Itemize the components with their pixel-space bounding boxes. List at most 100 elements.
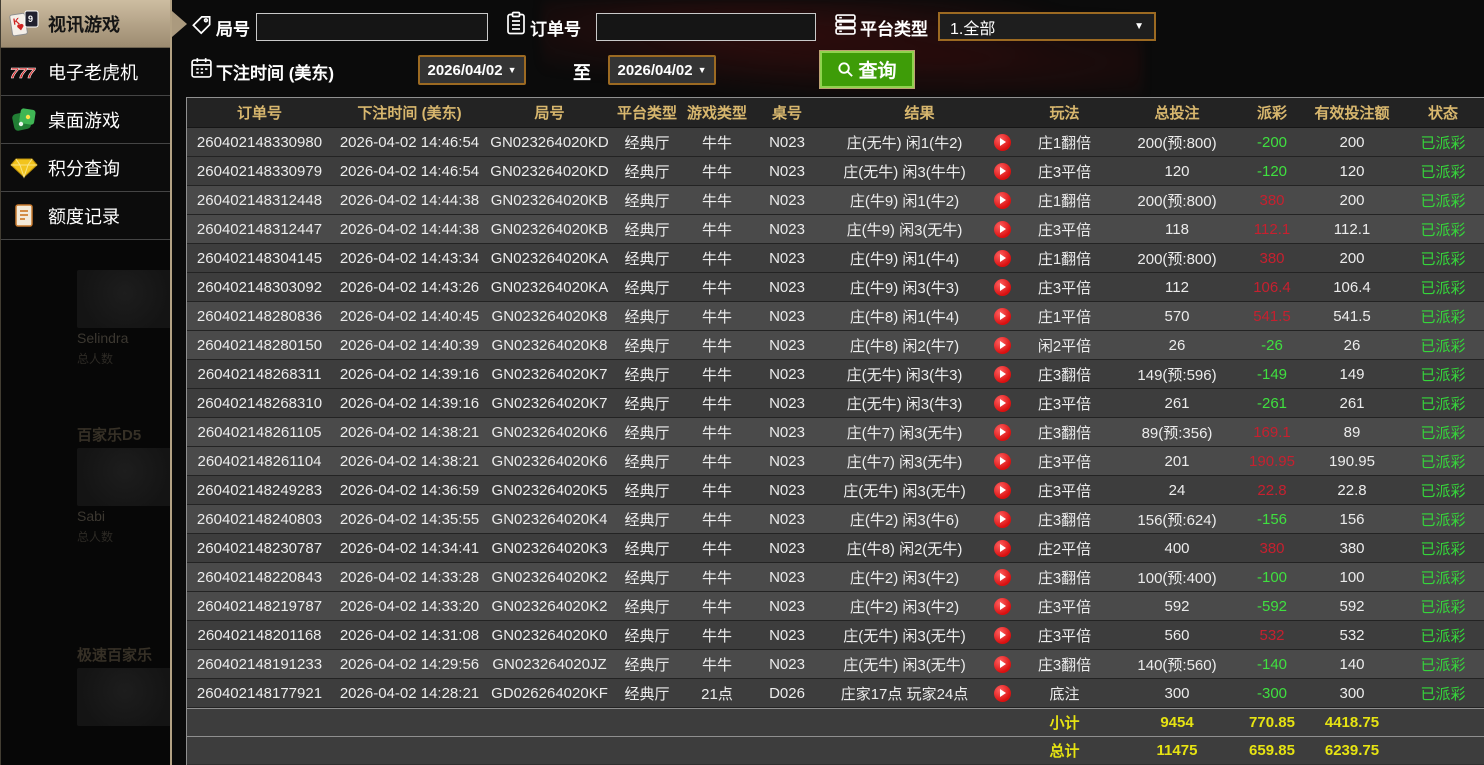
- payout-cell: -300: [1242, 685, 1302, 702]
- platform-cell: 经典厅: [612, 335, 682, 356]
- status-cell: 已派彩: [1402, 509, 1484, 530]
- table-no-cell: N023: [752, 627, 822, 644]
- round-id-cell: GN023264020K5: [487, 482, 612, 499]
- replay-button[interactable]: [987, 685, 1017, 702]
- status-cell: 已派彩: [1402, 335, 1484, 356]
- table-row: 2604021481912332026-04-02 14:29:56GN0232…: [187, 650, 1484, 679]
- play-style-cell: 庄3平倍: [1017, 451, 1112, 472]
- table-row: 2604021482208432026-04-02 14:33:28GN0232…: [187, 563, 1484, 592]
- replay-button[interactable]: [987, 627, 1017, 644]
- replay-button[interactable]: [987, 366, 1017, 383]
- replay-button[interactable]: [987, 221, 1017, 238]
- replay-button[interactable]: [987, 511, 1017, 528]
- play-style-cell: 庄1翻倍: [1017, 248, 1112, 269]
- game-type-cell: 牛牛: [682, 480, 752, 501]
- dealer-thumbnail: [77, 668, 170, 726]
- status-cell: 已派彩: [1402, 451, 1484, 472]
- main-panel: 局号 订单号 平台类型 1.全部 ▼: [172, 0, 1484, 765]
- payout-cell: -120: [1242, 163, 1302, 180]
- grand-total-valid-bet: 6239.75: [1302, 742, 1402, 759]
- sidebar-item-video-games[interactable]: K 9 视讯游戏: [1, 0, 170, 48]
- status-cell: 已派彩: [1402, 596, 1484, 617]
- play-icon: [994, 685, 1011, 702]
- table-row: 2604021482492832026-04-02 14:36:59GN0232…: [187, 476, 1484, 505]
- dealer-thumbnail: [77, 448, 170, 506]
- round-id-cell: GN023264020KA: [487, 250, 612, 267]
- result-cell: 庄(无牛) 闲3(牛牛): [822, 161, 987, 182]
- replay-button[interactable]: [987, 279, 1017, 296]
- replay-button[interactable]: [987, 453, 1017, 470]
- payout-cell: 380: [1242, 540, 1302, 557]
- sidebar-item-table-games[interactable]: 桌面游戏: [1, 96, 170, 144]
- svg-text:9: 9: [28, 14, 33, 24]
- valid-bet-cell: 149: [1302, 366, 1402, 383]
- payout-cell: 532: [1242, 627, 1302, 644]
- bet-time-cell: 2026-04-02 14:43:26: [332, 279, 487, 296]
- replay-button[interactable]: [987, 598, 1017, 615]
- replay-button[interactable]: [987, 395, 1017, 412]
- replay-button[interactable]: [987, 540, 1017, 557]
- sidebar-item-slots[interactable]: 777 电子老虎机: [1, 48, 170, 96]
- replay-button[interactable]: [987, 569, 1017, 586]
- replay-button[interactable]: [987, 656, 1017, 673]
- order-id-cell: 260402148330979: [187, 163, 332, 180]
- bet-time-cell: 2026-04-02 14:28:21: [332, 685, 487, 702]
- replay-button[interactable]: [987, 250, 1017, 267]
- platform-cell: 经典厅: [612, 509, 682, 530]
- sidebar-item-credit-records[interactable]: 额度记录: [1, 192, 170, 240]
- replay-button[interactable]: [987, 308, 1017, 325]
- bet-time-label: 下注时间 (美东): [216, 59, 334, 84]
- date-from-picker[interactable]: 2026/04/02 ▼: [418, 55, 526, 85]
- sidebar-item-points[interactable]: 积分查询: [1, 144, 170, 192]
- table-row: 2604021483030922026-04-02 14:43:26GN0232…: [187, 273, 1484, 302]
- replay-button[interactable]: [987, 337, 1017, 354]
- dimmed-lobby-card: Selindra 总人数: [77, 270, 170, 367]
- order-id-cell: 260402148230787: [187, 540, 332, 557]
- betting-records-screen: K 9 视讯游戏 777 电子老虎机: [0, 0, 1484, 765]
- status-cell: 已派彩: [1402, 161, 1484, 182]
- total-bet-cell: 592: [1112, 598, 1242, 615]
- table-no-cell: N023: [752, 221, 822, 238]
- filter-bar: 局号 订单号 平台类型 1.全部 ▼: [172, 0, 1484, 97]
- bet-time-cell: 2026-04-02 14:36:59: [332, 482, 487, 499]
- col-header-payout: 派彩: [1242, 102, 1302, 123]
- result-cell: 庄(无牛) 闲3(无牛): [822, 654, 987, 675]
- round-id-cell: GN023264020K7: [487, 366, 612, 383]
- play-icon: [994, 453, 1011, 470]
- chevron-down-icon: ▼: [1134, 21, 1144, 32]
- valid-bet-cell: 200: [1302, 134, 1402, 151]
- replay-button[interactable]: [987, 424, 1017, 441]
- platform-list-icon: [834, 13, 857, 41]
- grand-total-payout: 659.85: [1242, 742, 1302, 759]
- table-row: 2604021482307872026-04-02 14:34:41GN0232…: [187, 534, 1484, 563]
- platform-cell: 经典厅: [612, 654, 682, 675]
- status-cell: 已派彩: [1402, 422, 1484, 443]
- result-cell: 庄(无牛) 闲1(牛2): [822, 132, 987, 153]
- order-id-cell: 260402148304145: [187, 250, 332, 267]
- table-row: 2604021481779212026-04-02 14:28:21GD0262…: [187, 679, 1484, 708]
- replay-button[interactable]: [987, 482, 1017, 499]
- order-number-input[interactable]: [596, 13, 816, 41]
- total-bet-cell: 156(预:624): [1112, 509, 1242, 530]
- payout-cell: -200: [1242, 134, 1302, 151]
- col-header-game-type: 游戏类型: [682, 102, 752, 123]
- date-to-picker[interactable]: 2026/04/02 ▼: [608, 55, 716, 85]
- platform-type-select[interactable]: 1.全部 ▼: [938, 12, 1156, 41]
- payout-cell: -26: [1242, 337, 1302, 354]
- col-header-total-bet: 总投注: [1112, 102, 1242, 123]
- order-id-cell: 260402148240803: [187, 511, 332, 528]
- calendar-icon: [190, 56, 213, 84]
- replay-button[interactable]: [987, 163, 1017, 180]
- replay-button[interactable]: [987, 192, 1017, 209]
- round-number-input[interactable]: [256, 13, 488, 41]
- table-no-cell: N023: [752, 308, 822, 325]
- table-row: 2604021483124482026-04-02 14:44:38GN0232…: [187, 186, 1484, 215]
- platform-cell: 经典厅: [612, 393, 682, 414]
- replay-button[interactable]: [987, 134, 1017, 151]
- status-cell: 已派彩: [1402, 654, 1484, 675]
- result-cell: 庄(牛2) 闲3(牛6): [822, 509, 987, 530]
- gem-icon: [9, 156, 39, 179]
- query-button[interactable]: 查询: [820, 51, 914, 88]
- play-style-cell: 庄3平倍: [1017, 277, 1112, 298]
- sidebar-item-label: 视讯游戏: [48, 11, 120, 37]
